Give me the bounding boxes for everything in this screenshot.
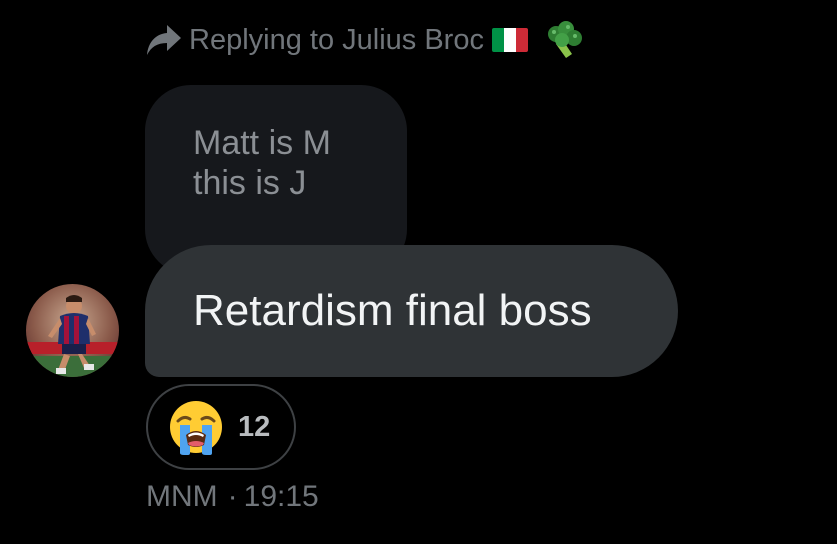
reaction-count: 12 xyxy=(238,410,271,443)
message-text: Retardism final boss xyxy=(193,286,592,335)
message-meta: MNM · 19:15 xyxy=(146,480,319,514)
italy-flag-icon xyxy=(491,28,528,52)
message-bubble[interactable]: Retardism final boss xyxy=(145,245,678,377)
meta-separator: · xyxy=(227,480,238,513)
player-avatar[interactable] xyxy=(26,284,119,377)
avatar-image xyxy=(26,284,119,377)
reaction-button[interactable]: 12 xyxy=(146,384,296,470)
message-time: 19:15 xyxy=(243,480,319,513)
replying-to-text: Replying to Julius Broc xyxy=(189,23,484,56)
quoted-message-line-1: Matt is M xyxy=(193,124,331,162)
broccoli-icon xyxy=(547,21,582,58)
replying-to-header[interactable]: Replying to Julius Broc xyxy=(145,18,584,62)
loudly-crying-face-icon xyxy=(170,401,222,455)
reply-arrow-icon xyxy=(147,25,181,55)
sender-name: MNM xyxy=(146,480,218,513)
quoted-message-line-2: this is J xyxy=(193,164,307,202)
